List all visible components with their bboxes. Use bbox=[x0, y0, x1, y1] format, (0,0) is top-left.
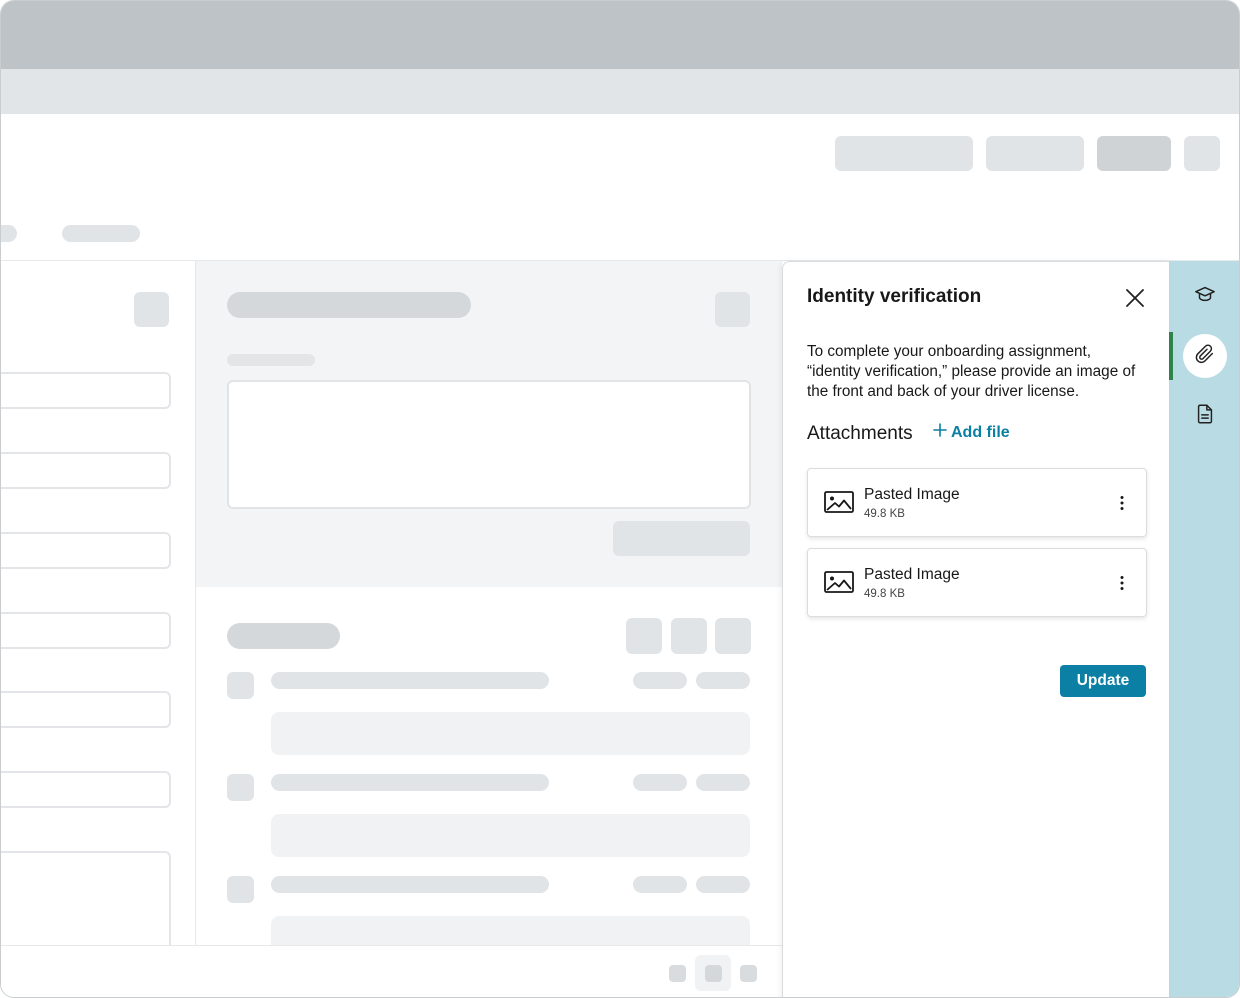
window-titlebar bbox=[1, 1, 1239, 69]
form-field-placeholder[interactable] bbox=[1, 532, 171, 569]
header-action-placeholder-4[interactable] bbox=[1184, 136, 1220, 171]
attachment-size: 49.8 KB bbox=[864, 588, 905, 600]
utility-item-placeholder[interactable] bbox=[740, 965, 757, 982]
middle-bottom-section bbox=[196, 587, 782, 945]
image-icon bbox=[824, 570, 854, 599]
text-area-placeholder[interactable] bbox=[227, 380, 751, 509]
feed-meta-placeholder bbox=[696, 876, 750, 893]
feed-action-placeholder[interactable] bbox=[626, 618, 662, 654]
header-action-placeholder-2[interactable] bbox=[986, 136, 1084, 171]
page-header bbox=[1, 114, 1239, 261]
form-field-placeholder[interactable] bbox=[1, 452, 171, 489]
attachment-size: 49.8 KB bbox=[864, 508, 905, 520]
feed-action-placeholder[interactable] bbox=[715, 618, 751, 654]
attachment-card[interactable]: Pasted Image 49.8 KB bbox=[807, 468, 1147, 537]
feed-avatar-placeholder bbox=[227, 672, 254, 699]
close-icon bbox=[1123, 289, 1147, 314]
section-title-placeholder bbox=[227, 292, 471, 318]
feed-avatar-placeholder bbox=[227, 876, 254, 903]
feed-meta-placeholder bbox=[633, 672, 687, 689]
form-field-placeholder[interactable] bbox=[1, 372, 171, 409]
image-icon bbox=[824, 490, 854, 519]
feed-meta-placeholder bbox=[633, 774, 687, 791]
left-column-icon-placeholder[interactable] bbox=[134, 292, 169, 327]
plus-icon bbox=[933, 423, 947, 442]
add-file-button[interactable]: Add file bbox=[933, 423, 1010, 442]
rail-button-attachments[interactable] bbox=[1183, 334, 1227, 378]
utility-bar bbox=[1, 945, 782, 997]
graduation-cap-icon bbox=[1194, 283, 1216, 310]
feed-body-placeholder bbox=[271, 814, 750, 857]
feed-line-placeholder bbox=[271, 876, 549, 893]
feed-meta-placeholder bbox=[633, 876, 687, 893]
attachment-menu-button[interactable] bbox=[1112, 493, 1132, 513]
form-field-placeholder[interactable] bbox=[1, 612, 171, 649]
tab-placeholder-2[interactable] bbox=[62, 225, 140, 242]
feed-line-placeholder bbox=[271, 672, 549, 689]
utility-item-placeholder[interactable] bbox=[669, 965, 686, 982]
close-button[interactable] bbox=[1123, 286, 1147, 310]
feed-meta-placeholder bbox=[696, 672, 750, 689]
more-vertical-icon bbox=[1112, 576, 1132, 597]
more-vertical-icon bbox=[1112, 496, 1132, 517]
form-field-placeholder[interactable] bbox=[1, 691, 171, 728]
submit-button-placeholder[interactable] bbox=[613, 521, 750, 556]
utility-item-active-placeholder[interactable] bbox=[695, 955, 731, 991]
add-file-label: Add file bbox=[951, 423, 1010, 441]
identity-verification-panel: Identity verification To complete your o… bbox=[782, 261, 1169, 997]
rail-button-document[interactable] bbox=[1183, 394, 1227, 438]
rail-button-learning[interactable] bbox=[1183, 274, 1227, 318]
tab-bar bbox=[1, 69, 1239, 114]
feed-line-placeholder bbox=[271, 774, 549, 791]
feed-meta-placeholder bbox=[696, 774, 750, 791]
attachment-name: Pasted Image bbox=[864, 566, 960, 583]
feed-title-placeholder bbox=[227, 623, 340, 649]
attachment-card[interactable]: Pasted Image 49.8 KB bbox=[807, 548, 1147, 617]
label-placeholder bbox=[227, 354, 315, 366]
form-field-placeholder[interactable] bbox=[1, 771, 171, 808]
update-button[interactable]: Update bbox=[1060, 665, 1146, 697]
feed-avatar-placeholder bbox=[227, 774, 254, 801]
section-icon-placeholder[interactable] bbox=[715, 292, 750, 327]
feed-body-placeholder bbox=[271, 916, 750, 945]
panel-title: Identity verification bbox=[807, 286, 982, 307]
tab-placeholder-1[interactable] bbox=[1, 225, 17, 242]
attachment-menu-button[interactable] bbox=[1112, 573, 1132, 593]
feed-body-placeholder bbox=[271, 712, 750, 755]
left-form-column bbox=[1, 261, 196, 965]
header-action-placeholder-1[interactable] bbox=[835, 136, 973, 171]
middle-top-section bbox=[196, 261, 782, 587]
paperclip-icon bbox=[1194, 343, 1216, 370]
feed-action-placeholder[interactable] bbox=[671, 618, 707, 654]
attachment-name: Pasted Image bbox=[864, 486, 960, 503]
utility-item-placeholder bbox=[705, 965, 722, 982]
header-action-placeholder-3[interactable] bbox=[1097, 136, 1171, 171]
attachments-heading: Attachments bbox=[807, 423, 913, 444]
panel-description: To complete your onboarding assignment, … bbox=[807, 343, 1136, 400]
active-tab-indicator bbox=[1169, 332, 1173, 380]
document-icon bbox=[1194, 403, 1216, 430]
app-window: Identity verification To complete your o… bbox=[0, 0, 1240, 998]
